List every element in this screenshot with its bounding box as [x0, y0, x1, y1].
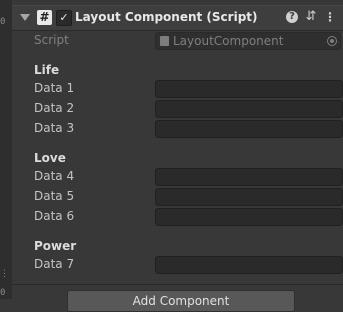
field-row-data-3: Data 3	[12, 120, 343, 138]
field-label: Data 6	[34, 209, 75, 223]
field-label: Data 2	[34, 101, 75, 115]
script-object-field[interactable]: LayoutComponent	[155, 32, 341, 50]
field-row-data-6: Data 6	[12, 208, 343, 226]
field-row-data-1: Data 1	[12, 80, 343, 98]
data-2-input[interactable]	[155, 100, 343, 118]
field-label: Data 5	[34, 189, 75, 203]
data-5-input[interactable]	[155, 188, 343, 206]
script-row: Script LayoutComponent	[12, 32, 343, 50]
help-icon[interactable]: ?	[286, 11, 298, 23]
script-icon: #	[37, 10, 52, 25]
field-row-data-4: Data 4	[12, 168, 343, 186]
field-label: Data 4	[34, 169, 75, 183]
data-3-input[interactable]	[155, 120, 343, 138]
section-header-life: Life	[34, 63, 60, 77]
field-row-data-5: Data 5	[12, 188, 343, 206]
field-row-data-2: Data 2	[12, 100, 343, 118]
foldout-arrow-icon[interactable]	[20, 14, 30, 21]
inspector-panel: # ✓ Layout Component (Script) ? ⇵ ⋮ Scri…	[12, 0, 343, 312]
data-4-input[interactable]	[155, 168, 343, 186]
field-label: Data 1	[34, 81, 75, 95]
component-enabled-checkbox[interactable]: ✓	[56, 10, 72, 26]
edge-glyph: ⋮	[0, 269, 9, 279]
field-row-data-7: Data 7	[12, 256, 343, 274]
add-component-button[interactable]: Add Component	[67, 290, 295, 312]
edge-glyph: 0	[0, 17, 6, 27]
context-menu-icon[interactable]: ⋮	[323, 10, 337, 24]
edge-glyph: 0	[0, 288, 6, 298]
section-header-love: Love	[34, 151, 66, 165]
script-object-value: LayoutComponent	[173, 34, 284, 48]
divider	[12, 284, 343, 285]
script-label: Script	[34, 33, 69, 47]
script-asset-icon	[160, 36, 169, 46]
section-header-power: Power	[34, 239, 77, 253]
presets-icon[interactable]: ⇵	[304, 10, 318, 24]
field-label: Data 7	[34, 257, 75, 271]
data-1-input[interactable]	[155, 80, 343, 98]
data-6-input[interactable]	[155, 208, 343, 226]
object-picker-icon[interactable]	[327, 36, 337, 46]
data-7-input[interactable]	[155, 256, 343, 274]
component-header[interactable]: # ✓ Layout Component (Script) ? ⇵ ⋮	[12, 5, 343, 31]
component-title: Layout Component (Script)	[75, 10, 258, 24]
field-label: Data 3	[34, 121, 75, 135]
